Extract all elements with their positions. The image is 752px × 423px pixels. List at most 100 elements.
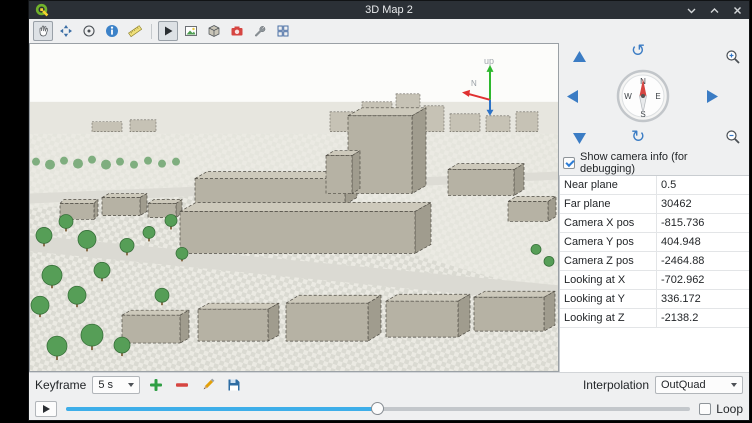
timeline-slider[interactable] [66,401,690,417]
remove-keyframe-button[interactable] [172,375,192,395]
camera-tool[interactable] [227,21,247,41]
table-row: Far plane30462 [560,195,749,214]
on-screen-navigation-tool[interactable] [79,21,99,41]
row-value: -2464.88 [657,255,749,267]
row-label: Camera Y pos [560,233,657,251]
interpolation-select[interactable]: OutQuad [655,376,743,394]
measure-line-tool[interactable] [125,21,145,41]
chevron-up-icon [709,5,720,16]
chevron-down-icon [731,383,737,387]
maximize-button[interactable] [708,4,720,16]
edit-keyframe-button[interactable] [198,375,218,395]
axis-north-label: N [471,79,477,88]
timeline-slider-fill [66,407,378,411]
identify-tool[interactable] [102,21,122,41]
loop-row[interactable]: Loop [699,402,743,416]
row-label: Looking at Y [560,290,657,308]
triangle-right-icon [707,90,718,103]
animations-tool[interactable] [158,21,178,41]
compass[interactable]: N E S W [616,69,670,128]
row-value: 30462 [657,198,749,210]
show-camera-info-checkbox[interactable] [563,157,575,169]
add-keyframe-button[interactable] [146,375,166,395]
plus-icon [148,377,164,393]
close-button[interactable] [731,4,743,16]
timeline-slider-handle[interactable] [371,402,384,415]
table-row: Camera Y pos404.948 [560,233,749,252]
minimize-button[interactable] [685,4,697,16]
camera-info-table: Near plane0.5 Far plane30462 Camera X po… [559,175,749,372]
keyframe-duration-select[interactable]: 5 s [92,376,140,394]
cube-icon [207,24,221,38]
compass-east-label: E [655,92,660,101]
qgis-3d-map-window: 3D Map 2 [28,0,750,421]
axis-up-label: up [484,56,494,66]
minus-icon [174,377,190,393]
save-animation-button[interactable] [224,375,244,395]
play-button[interactable] [35,401,57,417]
toolbar-separator [151,24,152,39]
export-scene-tool[interactable] [204,21,224,41]
ruler-icon [128,24,142,38]
triangle-down-icon [573,133,586,144]
3d-scene: up N [30,44,558,371]
interpolation-label: Interpolation [583,378,649,392]
row-value: -815.736 [657,217,749,229]
floppy-icon [226,377,242,393]
table-row: Looking at Y336.172 [560,290,749,309]
row-label: Camera Z pos [560,252,657,270]
zoom-out-button[interactable] [725,129,741,145]
interpolation-value: OutQuad [661,379,706,391]
row-label: Camera X pos [560,214,657,232]
save-image-tool[interactable] [181,21,201,41]
titlebar[interactable]: 3D Map 2 [29,1,749,19]
configure-tool[interactable] [250,21,270,41]
rotate-cw-button[interactable]: ↻ [631,129,645,146]
table-row: Looking at X-702.962 [560,271,749,290]
magnifier-minus-icon [725,129,741,145]
navigation-widget: ↺ N E S W [559,43,749,151]
row-value: 404.948 [657,236,749,248]
pencil-icon [200,377,216,393]
camera-panel: ↺ N E S W [559,43,749,372]
timeline-bar: Loop [29,397,749,420]
wrench-icon [253,24,267,38]
rotate-ccw-button[interactable]: ↺ [631,43,645,60]
row-label: Looking at X [560,271,657,289]
nav-left-button[interactable] [567,90,578,103]
grid-icon [276,24,290,38]
row-label: Near plane [560,176,657,194]
triangle-left-icon [567,90,578,103]
show-camera-info-row[interactable]: Show camera info (for debugging) [559,151,749,175]
play-icon [43,405,50,413]
chevron-down-icon [686,5,697,16]
table-row: Near plane0.5 [560,176,749,195]
table-row: Camera X pos-815.736 [560,214,749,233]
zoom-in-button[interactable] [725,49,741,65]
row-value: 0.5 [657,179,749,191]
navigation-circle-icon [82,24,96,38]
nav-right-button[interactable] [707,90,718,103]
picture-icon [184,24,198,38]
nav-up-button[interactable] [573,51,586,62]
camera-control-tool[interactable] [33,21,53,41]
info-icon [105,24,119,38]
table-row: Camera Z pos-2464.88 [560,252,749,271]
row-value: -2138.2 [657,312,749,324]
3d-viewport[interactable]: up N [29,43,559,372]
expand-arrows-icon [59,24,73,38]
zoom-full-tool[interactable] [56,21,76,41]
nav-down-button[interactable] [573,133,586,144]
toolbar [29,19,749,43]
qgis-logo-icon [35,3,49,17]
content-area: up N ↺ [29,43,749,372]
table-row: Looking at Z-2138.2 [560,309,749,328]
magnifier-plus-icon [725,49,741,65]
play-icon [161,24,175,38]
compass-west-label: W [624,92,632,101]
loop-checkbox[interactable] [699,403,711,415]
keyframe-label: Keyframe [35,378,86,392]
keyframe-bar: Keyframe 5 s Interpolation OutQuad [29,372,749,397]
options-tool[interactable] [273,21,293,41]
window-title: 3D Map 2 [29,4,749,16]
